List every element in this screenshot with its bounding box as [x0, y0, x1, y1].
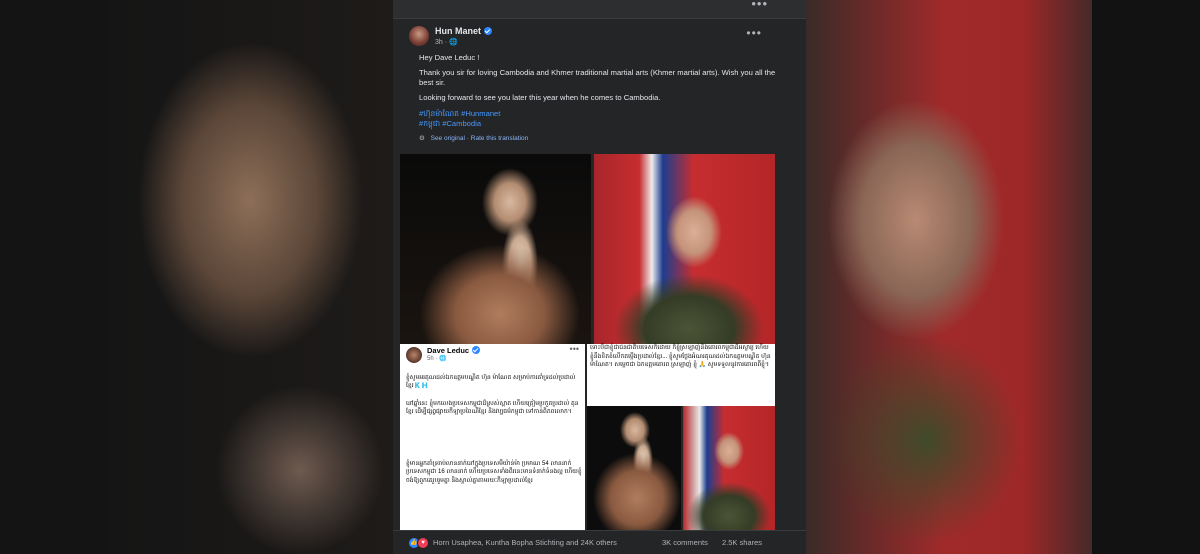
post-footer: 👍 ♥ Horn Usaphea, Kuntha Bopha Stichting… [393, 530, 806, 554]
facebook-post: ••• Hun Manet 3h · 🌐 ••• Hey Dave Leduc … [393, 0, 806, 554]
shares-count[interactable]: 2.5K shares [722, 538, 762, 547]
embed-meta: 5h · 🌐 [427, 355, 447, 362]
embed-text-3: ខ្ញុំមានអ្នកគាំទ្ររាប់លាននាក់នៅក្នុងប្រទ… [406, 461, 582, 484]
embed-verified-badge-icon [472, 346, 481, 354]
rate-translation-link[interactable]: Rate this translation [471, 135, 528, 142]
embedded-post-screenshot[interactable]: Dave Leduc 5h · 🌐 ••• ខ្ញុំសូមអរគុណដល់ឯក… [400, 344, 585, 530]
right-edge-shadow [1092, 0, 1200, 554]
embed-author-avatar [406, 347, 422, 363]
embed-globe-icon: 🌐 [439, 356, 447, 362]
post-text-line-1: Hey Dave Leduc ! [419, 53, 480, 62]
embed-text-1: ខ្ញុំសូមអរគុណដល់ឯកឧត្តមបណ្ឌិត ហ៊ុន ម៉ាណែ… [406, 375, 576, 390]
embed-time: 5h · [427, 356, 440, 362]
globe-icon: 🌐 [449, 39, 458, 46]
fighter-photo[interactable] [400, 154, 591, 344]
post-hashtags-1[interactable]: #ហ៊ុនម៉ាណែត #Hunmanet [419, 109, 719, 119]
embed-author-name: Dave Leduc [427, 346, 481, 355]
embed-text-2: នៅឆ្នាំនេះ ខ្ញុំមកលេងប្រទេសកម្ពុជាដ៏ស្រស… [406, 401, 579, 416]
embed-author-text: Dave Leduc [427, 346, 470, 355]
post-hashtags-2[interactable]: #កម្ពុជា #Cambodia [419, 119, 719, 129]
comments-count[interactable]: 3K comments [662, 538, 708, 547]
minister-photo[interactable] [594, 154, 775, 344]
gear-icon: ⚙ [419, 135, 425, 142]
love-reaction-icon[interactable]: ♥ [417, 537, 429, 549]
embed-more-icon: ••• [569, 344, 579, 354]
author-name-text[interactable]: Hun Manet [435, 26, 481, 36]
top-more-icon[interactable]: ••• [751, 0, 768, 11]
verified-badge-icon [484, 27, 492, 35]
reactors-summary[interactable]: Horn Usaphea, Kuntha Bopha Stichting and… [433, 538, 617, 547]
author-avatar[interactable] [409, 26, 429, 46]
see-original-link[interactable]: See original [431, 135, 465, 142]
post-more-icon[interactable]: ••• [746, 26, 762, 40]
post-text-line-3: Looking forward to see you later this ye… [419, 93, 661, 102]
minister-photo-small [683, 406, 775, 530]
fighter-photo-small [587, 406, 681, 530]
post-time[interactable]: 3h · [435, 39, 449, 46]
post-text-line-2: Thank you sir for loving Cambodia and Kh… [419, 68, 776, 87]
top-bar: ••• [393, 0, 806, 19]
separator-dot: · [466, 135, 469, 142]
translation-bar: ⚙ See original · Rate this translation [419, 134, 528, 142]
khmer-caption-box: ទោះបីជាខ្ញុំជាជនជាតិបរទេសក៏ដោយ ក៏ខ្ញុំស្… [587, 344, 775, 406]
author-name[interactable]: Hun Manet [435, 26, 492, 36]
left-edge-shadow [0, 0, 108, 554]
post-meta: 3h · 🌐 [435, 38, 458, 46]
